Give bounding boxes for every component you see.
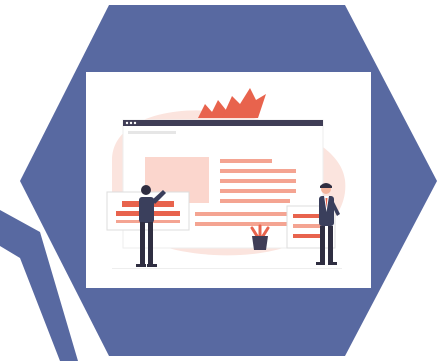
plant-pot-icon — [250, 224, 270, 250]
window-dot — [133, 121, 137, 125]
hero-graphic — [0, 5, 437, 361]
panel-bar — [293, 214, 323, 218]
browser-address-bar — [128, 131, 176, 134]
content-line — [220, 169, 296, 173]
window-dot — [125, 121, 129, 125]
content-line — [220, 189, 296, 193]
panel-bar — [293, 224, 323, 228]
content-line — [220, 199, 290, 203]
browser-title-bar — [123, 120, 323, 126]
floor-line — [112, 268, 342, 269]
content-line — [220, 159, 272, 163]
panel-bar — [293, 234, 323, 238]
window-dot — [129, 121, 133, 125]
content-line — [220, 179, 296, 183]
